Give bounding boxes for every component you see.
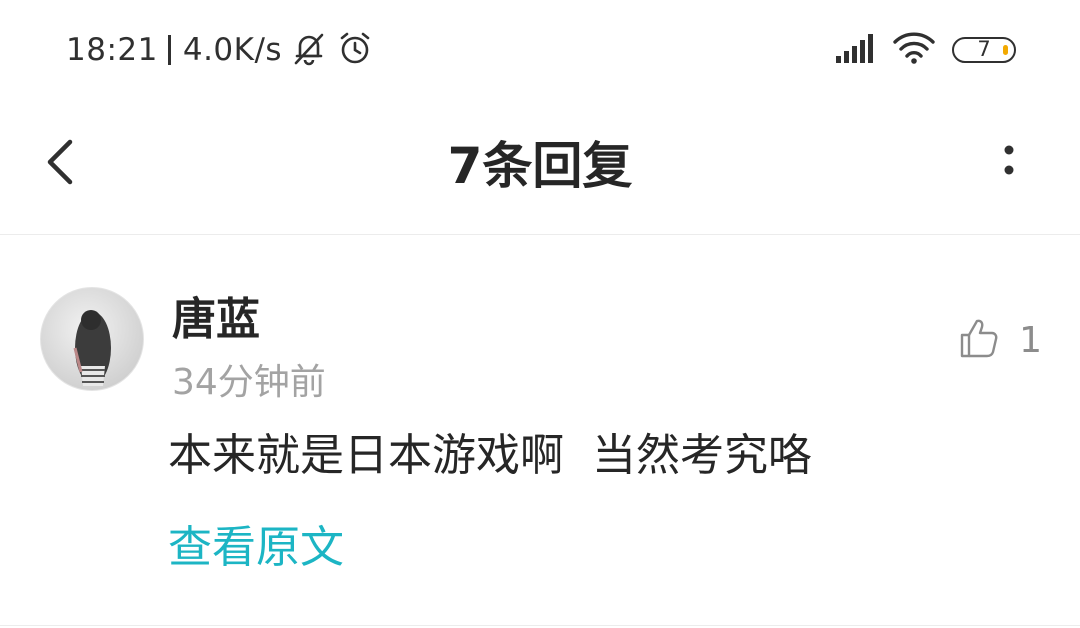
- signal-icon: [834, 32, 876, 68]
- like-button[interactable]: 1: [959, 315, 1042, 365]
- avatar[interactable]: [40, 287, 144, 391]
- battery-icon: 7: [952, 37, 1016, 63]
- network-speed: 4.0K/s: [182, 32, 283, 68]
- alarm-icon: [336, 29, 374, 71]
- status-bar: 18:21 4.0K/s 7: [0, 0, 1080, 100]
- divider: [0, 625, 1080, 626]
- thumbs-up-icon: [959, 317, 999, 363]
- like-count: 1: [1019, 319, 1042, 361]
- wifi-icon: [892, 31, 936, 69]
- battery-charge-indicator: [1003, 45, 1008, 55]
- view-original-link[interactable]: 查看原文: [168, 511, 344, 575]
- comment-item: 唐蓝 34分钟前 1 本来就是日本游戏啊 当然考究咯 查看原文: [0, 235, 1080, 626]
- comment-text: 本来就是日本游戏啊 当然考究咯: [168, 430, 812, 481]
- nav-bar: 7条回复: [0, 100, 1080, 235]
- status-separator: [167, 35, 171, 65]
- comment-author[interactable]: 唐蓝: [172, 283, 260, 347]
- comment-time: 34分钟前: [172, 362, 326, 403]
- more-vertical-icon: [994, 145, 1024, 194]
- status-time: 18:21: [66, 32, 158, 68]
- status-bar-right: 7: [834, 30, 1016, 70]
- status-bar-left: 18:21 4.0K/s: [66, 28, 374, 72]
- page-title: 7条回复: [447, 137, 633, 195]
- more-options-button[interactable]: [994, 130, 1024, 190]
- notifications-muted-icon: [290, 29, 328, 71]
